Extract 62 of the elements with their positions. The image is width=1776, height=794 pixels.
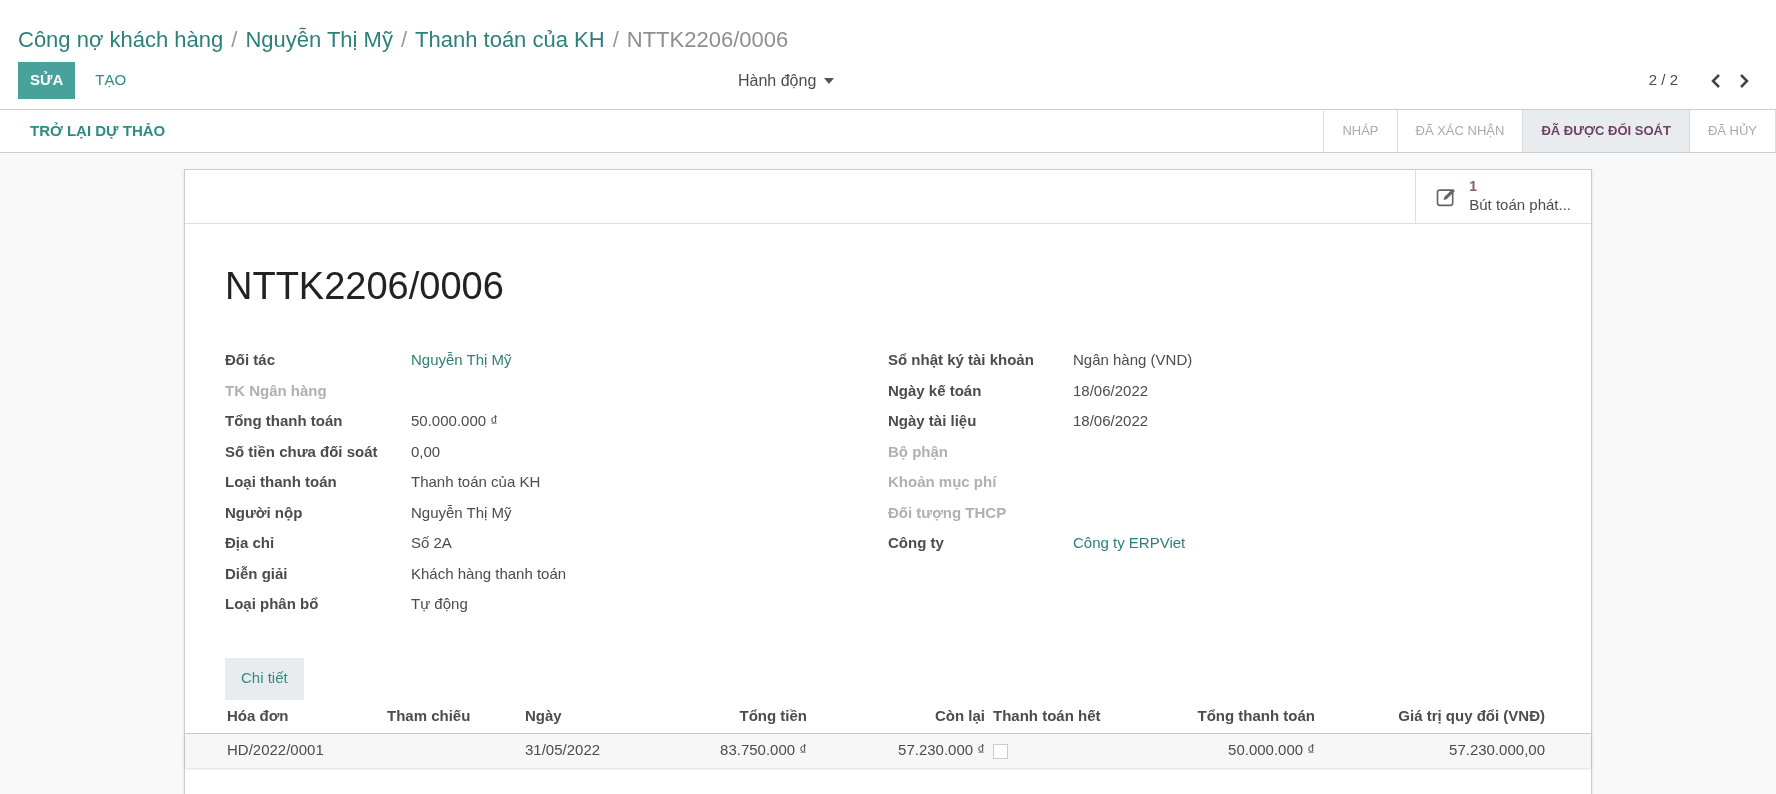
next-icon[interactable]	[1738, 72, 1750, 89]
field-label: Đối tác	[225, 350, 276, 370]
caret-icon	[824, 77, 835, 84]
reset-to-draft-button[interactable]: TRỞ LẠI DỰ THẢO	[0, 110, 196, 152]
breadcrumb-separator: /	[612, 25, 619, 54]
field-value: 0,00	[411, 441, 441, 462]
field-label: Địa chỉ	[225, 533, 276, 553]
breadcrumb-separator: /	[400, 25, 408, 54]
field-label: Diễn giải	[225, 563, 289, 584]
field-label: Bộ phận	[888, 441, 949, 462]
breadcrumb-link[interactable]: Nguyễn Thị Mỹ	[245, 22, 393, 56]
column-header[interactable]: Còn lại	[935, 706, 985, 724]
breadcrumb-separator: /	[231, 25, 238, 54]
field-value: Tự động	[411, 594, 468, 614]
field-label: Loại phân bổ	[225, 594, 320, 614]
field-value: Thanh toán của KH	[411, 472, 541, 492]
action-dropdown[interactable]: Hành động	[738, 68, 835, 93]
column-header[interactable]: Giá trị quy đổi (VNĐ)	[1398, 706, 1545, 724]
field-label: Sổ nhật ký tài khoản	[888, 350, 1035, 370]
field-label: Ngày kế toán	[888, 380, 983, 401]
field-label: Ngày tài liệu	[888, 411, 978, 431]
field-label: Loại thanh toán	[225, 472, 338, 492]
table-cell: 31/05/2022	[525, 741, 601, 759]
column-header[interactable]: Tham chiếu	[387, 706, 471, 724]
table-cell: 83.750.000 ₫	[720, 741, 807, 759]
table-cell: 50.000.000 ₫	[1228, 741, 1315, 759]
journal-entries-smart-button[interactable]: 1 Bút toán phát...	[1415, 170, 1591, 223]
column-header[interactable]: Hóa đơn	[227, 706, 289, 724]
field-value: Nguyễn Thị Mỹ	[411, 502, 512, 523]
column-header[interactable]: Thanh toán hết	[993, 706, 1101, 724]
field-value: Số 2A	[411, 533, 452, 553]
record-title: NTTK2206/0006	[225, 264, 505, 309]
create-button[interactable]: TẠO	[79, 62, 143, 99]
pager-counter: 2 / 2	[1648, 70, 1678, 91]
breadcrumb-link[interactable]: Công nợ khách hàng	[18, 22, 224, 56]
field-label: Tổng thanh toán	[225, 411, 344, 431]
column-header[interactable]: Tổng tiền	[739, 706, 807, 724]
field-label: Số tiền chưa đối soát	[225, 441, 379, 462]
field-value: Ngân hàng (VND)	[1073, 350, 1193, 370]
field-value: 18/06/2022	[1073, 380, 1149, 401]
breadcrumb-link[interactable]: Thanh toán của KH	[415, 22, 605, 56]
previous-icon[interactable]	[1710, 72, 1722, 89]
status-stage[interactable]: ĐÃ ĐƯỢC ĐỐI SOÁT	[1523, 110, 1690, 152]
column-header[interactable]: Ngày	[525, 706, 562, 724]
field-value: 50.000.000 ₫	[411, 411, 498, 431]
field-label: Đối tượng THCP	[888, 502, 1008, 523]
field-link[interactable]: Công ty ERPViet	[1073, 532, 1186, 555]
checkbox[interactable]	[993, 743, 1008, 759]
table-cell: 57.230.000,00	[1449, 741, 1545, 759]
column-header[interactable]: Tổng thanh toán	[1197, 706, 1315, 724]
field-label: Khoản mục phí	[888, 472, 998, 492]
field-link[interactable]: Nguyễn Thị Mỹ	[411, 349, 512, 372]
field-label: Công ty	[888, 533, 945, 553]
field-value: Khách hàng thanh toán	[411, 563, 567, 584]
field-label: Người nộp	[225, 502, 304, 523]
field-label: TK Ngân hàng	[225, 380, 328, 401]
table-cell: 57.230.000 ₫	[898, 741, 985, 759]
record-name: NTTK2206/0006	[626, 25, 789, 54]
table-cell: HD/2022/0001	[227, 741, 324, 759]
field-value: 18/06/2022	[1073, 411, 1149, 431]
tab[interactable]: Chi tiết	[225, 657, 304, 700]
edit-button[interactable]: SỬA	[18, 62, 76, 99]
